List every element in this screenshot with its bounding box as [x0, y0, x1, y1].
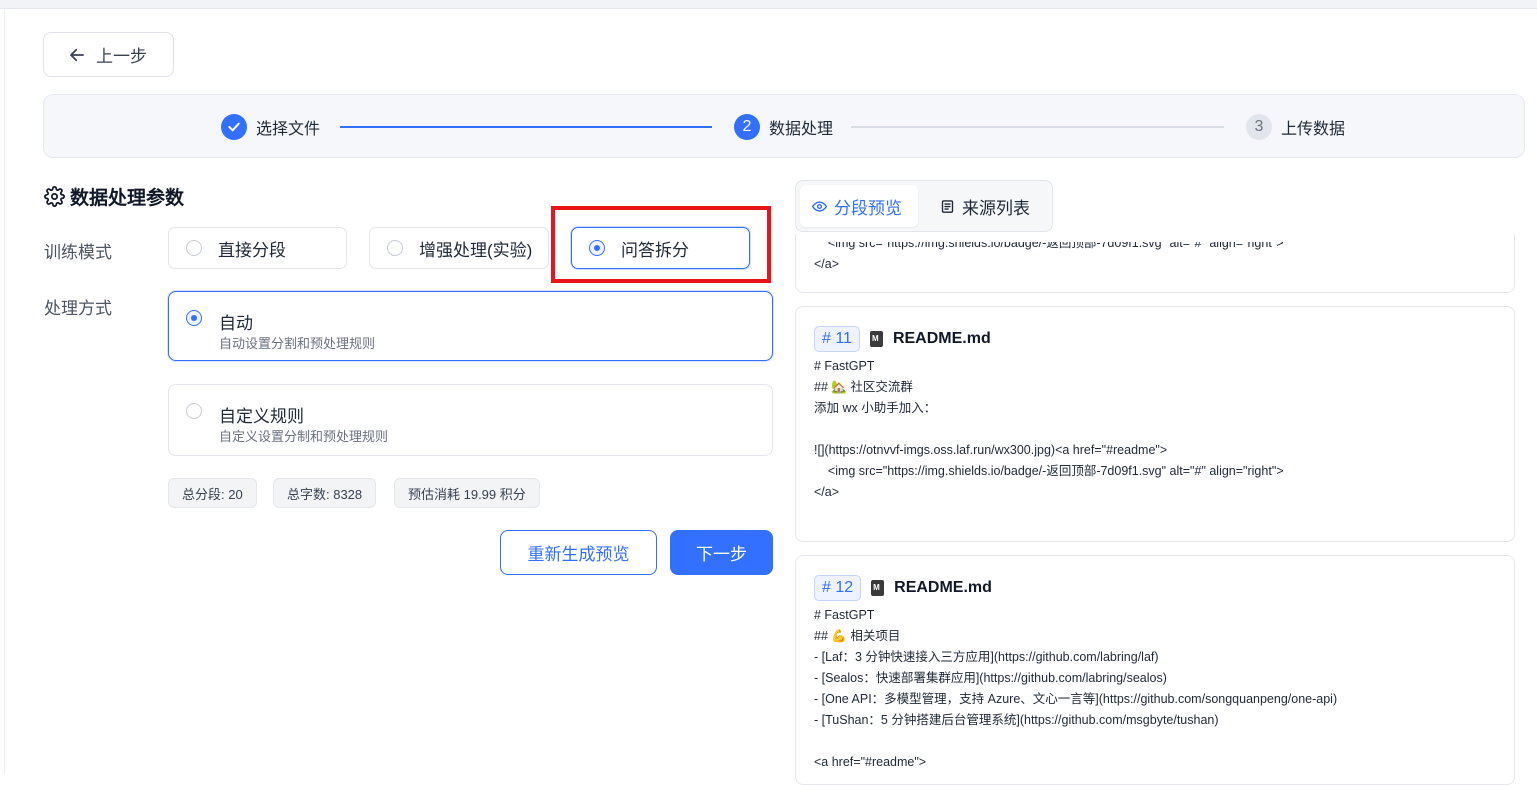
- step-label: 上传数据: [1281, 121, 1346, 138]
- section-title: 数据处理参数: [44, 183, 184, 210]
- radio-icon: [186, 240, 202, 256]
- method-desc: 自动设置分割和预处理规则: [219, 336, 376, 351]
- method-title: 自定义规则: [219, 407, 304, 426]
- chunk-line: ## 🏡 社区交流群: [814, 380, 913, 394]
- step-connector-done: [340, 126, 712, 128]
- training-mode-label: 训练模式: [44, 243, 112, 262]
- top-bar: [0, 0, 1537, 9]
- left-edge: [0, 9, 5, 774]
- step-label: 数据处理: [769, 121, 834, 138]
- regenerate-preview-button[interactable]: 重新生成预览: [500, 530, 657, 575]
- step-number: 2: [734, 114, 760, 140]
- eye-icon: [812, 200, 827, 212]
- mode-option-label: 直接分段: [218, 240, 286, 260]
- back-button-label: 上一步: [96, 47, 147, 66]
- step-upload-data: 3 上传数据: [1246, 114, 1345, 140]
- chunk-body: <img src="https://img.shields.io/badge/-…: [814, 236, 1284, 275]
- radio-icon: [186, 403, 202, 419]
- chunk-file-name: README.md: [894, 579, 992, 596]
- chunk-line: # FastGPT: [814, 608, 875, 622]
- stat-estimated-cost: 预估消耗 19.99 积分: [394, 478, 540, 508]
- radio-icon: [387, 240, 403, 256]
- section-title-text: 数据处理参数: [70, 188, 185, 209]
- chunk-card: <img src="https://img.shields.io/badge/-…: [795, 234, 1515, 293]
- tab-label: 来源列表: [962, 198, 1030, 218]
- mode-option-enhanced[interactable]: 增强处理(实验): [369, 227, 549, 269]
- step-select-file: 选择文件: [221, 114, 320, 140]
- chunk-line: ![](https://otnvvf-imgs.oss.laf.run/wx30…: [814, 443, 1168, 457]
- chunk-line: - [Sealos：快速部署集群应用](https://github.com/l…: [814, 671, 1167, 685]
- chunk-body: # FastGPT ## 💪 相关项目 - [Laf：3 分钟快速接入三方应用]…: [814, 605, 1337, 773]
- step-data-processing: 2 数据处理: [734, 114, 833, 140]
- mode-option-direct[interactable]: 直接分段: [168, 227, 347, 269]
- chunk-line: 添加 wx 小助手加入：: [814, 401, 937, 415]
- chunk-line: - [One API：多模型管理，支持 Azure、文心一言等](https:/…: [814, 692, 1338, 706]
- step-connector-todo: [851, 126, 1224, 128]
- chunk-line: # FastGPT: [814, 359, 875, 373]
- chunk-file-name: README.md: [892, 330, 991, 347]
- chunk-body: # FastGPT ## 🏡 社区交流群 添加 wx 小助手加入： ![](ht…: [814, 356, 1284, 503]
- step-label: 选择文件: [256, 121, 321, 138]
- check-icon: [221, 114, 247, 140]
- method-desc: 自定义设置分制和预处理规则: [219, 429, 389, 444]
- chunk-line: <a href="#readme">: [814, 755, 927, 769]
- step-number: 3: [1246, 114, 1272, 140]
- chunk-line: <img src="https://img.shields.io/badge/-…: [814, 464, 1284, 478]
- method-option-custom[interactable]: 自定义规则 自定义设置分制和预处理规则: [168, 384, 773, 456]
- markdown-file-icon: [869, 331, 883, 347]
- back-button[interactable]: 上一步: [43, 32, 174, 77]
- mode-option-label: 增强处理(实验): [419, 240, 533, 260]
- method-option-auto[interactable]: 自动 自动设置分割和预处理规则: [168, 291, 773, 361]
- chunk-header: # 11 README.md: [814, 326, 991, 352]
- chunk-line: </a>: [814, 257, 840, 271]
- chunk-header: # 12 README.md: [814, 575, 992, 601]
- chunk-line: - [Laf：3 分钟快速接入三方应用](https://github.com/…: [814, 650, 1159, 664]
- chunk-line: - [TuShan：5 分钟搭建后台管理系统](https://github.c…: [814, 713, 1219, 727]
- radio-selected-icon: [186, 310, 202, 326]
- markdown-file-icon: [871, 580, 885, 596]
- chunk-card: # 11 README.md # FastGPT ## 🏡 社区交流群 添加 w…: [795, 306, 1515, 542]
- tab-source-list[interactable]: 来源列表: [928, 185, 1050, 227]
- list-icon: [941, 199, 954, 213]
- stat-total-chars: 总字数: 8328: [273, 478, 377, 508]
- stat-total-chunks: 总分段: 20: [168, 478, 257, 508]
- chunk-line: </a>: [814, 485, 840, 499]
- next-step-button[interactable]: 下一步: [670, 530, 773, 575]
- gear-icon: [44, 186, 65, 207]
- processing-method-label: 处理方式: [44, 299, 112, 318]
- chunk-number-badge: # 11: [814, 326, 860, 352]
- chunk-line: ## 💪 相关项目: [814, 629, 901, 643]
- annotation-highlight-box: [551, 206, 771, 283]
- preview-tabs: 分段预览 来源列表: [795, 180, 1053, 232]
- stepper: 选择文件 2 数据处理 3 上传数据: [43, 94, 1525, 158]
- chunk-number-badge: # 12: [814, 575, 862, 601]
- chunk-line: <img src="https://img.shields.io/badge/-…: [814, 236, 1284, 250]
- chunk-card: # 12 README.md # FastGPT ## 💪 相关项目 - [La…: [795, 555, 1515, 785]
- method-title: 自动: [219, 314, 253, 333]
- arrow-left-icon: [70, 48, 84, 61]
- tab-label: 分段预览: [834, 198, 902, 218]
- tab-chunk-preview[interactable]: 分段预览: [800, 185, 918, 227]
